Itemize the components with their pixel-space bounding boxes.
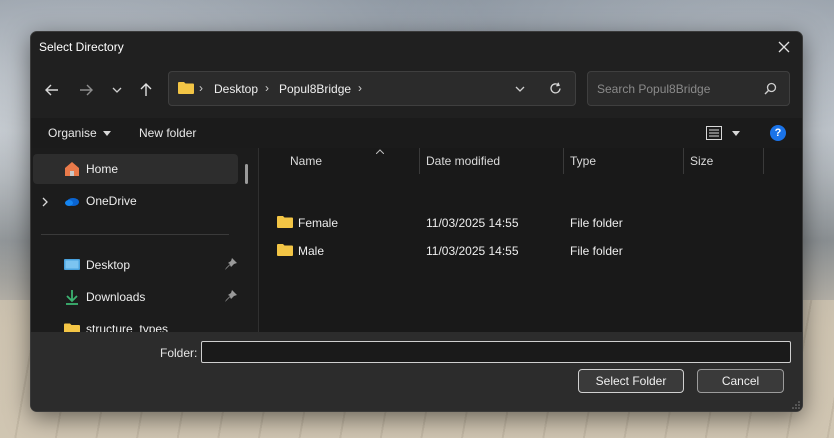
folder-icon <box>277 244 293 256</box>
select-directory-dialog: Select Directory › Desktop › Popul8Bridg… <box>30 31 803 412</box>
recent-locations-button[interactable] <box>106 79 128 101</box>
file-row-female[interactable]: Female 11/03/2025 14:55 File folder <box>269 210 789 234</box>
pin-icon <box>225 290 237 302</box>
pin-icon <box>225 258 237 270</box>
arrow-up-icon <box>140 83 152 96</box>
caret-down-icon <box>732 131 740 136</box>
sidebar-item-onedrive[interactable]: OneDrive <box>33 186 238 216</box>
up-button[interactable] <box>135 79 157 101</box>
column-divider[interactable] <box>763 148 764 174</box>
onedrive-icon <box>65 198 79 206</box>
close-button[interactable] <box>772 35 796 59</box>
organise-menu[interactable]: Organise <box>48 126 112 140</box>
breadcrumb-desktop[interactable]: Desktop <box>214 82 258 96</box>
breadcrumb-separator: › <box>265 81 269 95</box>
resize-grip-icon[interactable] <box>792 401 800 409</box>
sidebar-label: Home <box>86 162 119 176</box>
column-divider[interactable] <box>419 148 420 174</box>
download-icon <box>66 290 78 305</box>
file-type: File folder <box>570 216 623 230</box>
folder-icon <box>178 82 194 94</box>
desktop-icon <box>64 259 80 270</box>
back-button[interactable] <box>41 79 63 101</box>
close-icon <box>778 41 790 53</box>
chevron-down-icon[interactable] <box>515 86 525 92</box>
search-icon <box>764 82 777 95</box>
sidebar-label: Downloads <box>86 290 146 304</box>
breadcrumb-separator: › <box>199 81 203 95</box>
folder-label: Folder: <box>160 346 198 360</box>
new-folder-button[interactable]: New folder <box>139 126 196 140</box>
chevron-down-icon <box>112 87 122 93</box>
column-divider[interactable] <box>683 148 684 174</box>
sidebar-item-structure-types[interactable]: structure_types <box>33 314 238 332</box>
breadcrumb-separator: › <box>358 81 362 95</box>
sidebar-label: structure_types <box>86 322 169 332</box>
sidebar-divider <box>41 234 229 235</box>
file-type: File folder <box>570 244 623 258</box>
sidebar-label: OneDrive <box>86 194 137 208</box>
folder-input[interactable] <box>201 341 791 363</box>
file-row-male[interactable]: Male 11/03/2025 14:55 File folder <box>269 238 789 262</box>
view-options-button[interactable] <box>706 126 740 143</box>
select-folder-button[interactable]: Select Folder <box>578 369 684 393</box>
caret-down-icon <box>103 131 112 137</box>
help-icon: ? <box>774 127 782 139</box>
sidebar-label: Desktop <box>86 258 131 272</box>
command-bar: Organise New folder ? <box>31 118 802 148</box>
sidebar-scrollbar[interactable] <box>245 164 248 184</box>
file-name: Male <box>298 244 325 258</box>
sidebar-item-downloads[interactable]: Downloads <box>33 282 238 312</box>
column-header-type[interactable]: Type <box>570 154 596 168</box>
sort-ascending-icon <box>376 149 384 154</box>
file-list: Name Date modified Type Size Female 11/0… <box>259 148 802 332</box>
breadcrumb-popul8bridge[interactable]: Popul8Bridge <box>279 82 351 96</box>
help-button[interactable]: ? <box>770 125 786 141</box>
dialog-footer: Folder: Select Folder Cancel <box>31 332 802 411</box>
title-bar: Select Directory <box>31 32 802 62</box>
home-icon <box>65 162 79 176</box>
window-title: Select Directory <box>39 40 124 54</box>
column-header-size[interactable]: Size <box>690 154 713 168</box>
column-divider[interactable] <box>563 148 564 174</box>
sidebar-item-home[interactable]: Home <box>33 154 238 184</box>
chevron-right-icon[interactable] <box>42 197 48 207</box>
details-view-icon <box>706 126 722 140</box>
file-date: 11/03/2025 14:55 <box>426 216 519 230</box>
search-box[interactable]: Search Popul8Bridge <box>587 71 790 106</box>
file-date: 11/03/2025 14:55 <box>426 244 519 258</box>
navigation-pane: Home OneDrive Desktop Downloads structur… <box>31 148 258 332</box>
file-name: Female <box>298 216 339 230</box>
refresh-icon[interactable] <box>549 82 562 95</box>
folder-icon <box>277 216 293 228</box>
sidebar-item-desktop[interactable]: Desktop <box>33 250 238 280</box>
arrow-left-icon <box>45 84 58 96</box>
folder-icon <box>64 323 80 332</box>
column-header-name[interactable]: Name <box>290 154 322 168</box>
forward-button[interactable] <box>75 79 97 101</box>
arrow-right-icon <box>80 84 93 96</box>
organise-label: Organise <box>48 126 97 140</box>
cancel-button[interactable]: Cancel <box>697 369 784 393</box>
address-bar[interactable]: › Desktop › Popul8Bridge › <box>168 71 576 106</box>
search-placeholder: Search Popul8Bridge <box>597 82 711 96</box>
column-header-date-modified[interactable]: Date modified <box>426 154 500 168</box>
